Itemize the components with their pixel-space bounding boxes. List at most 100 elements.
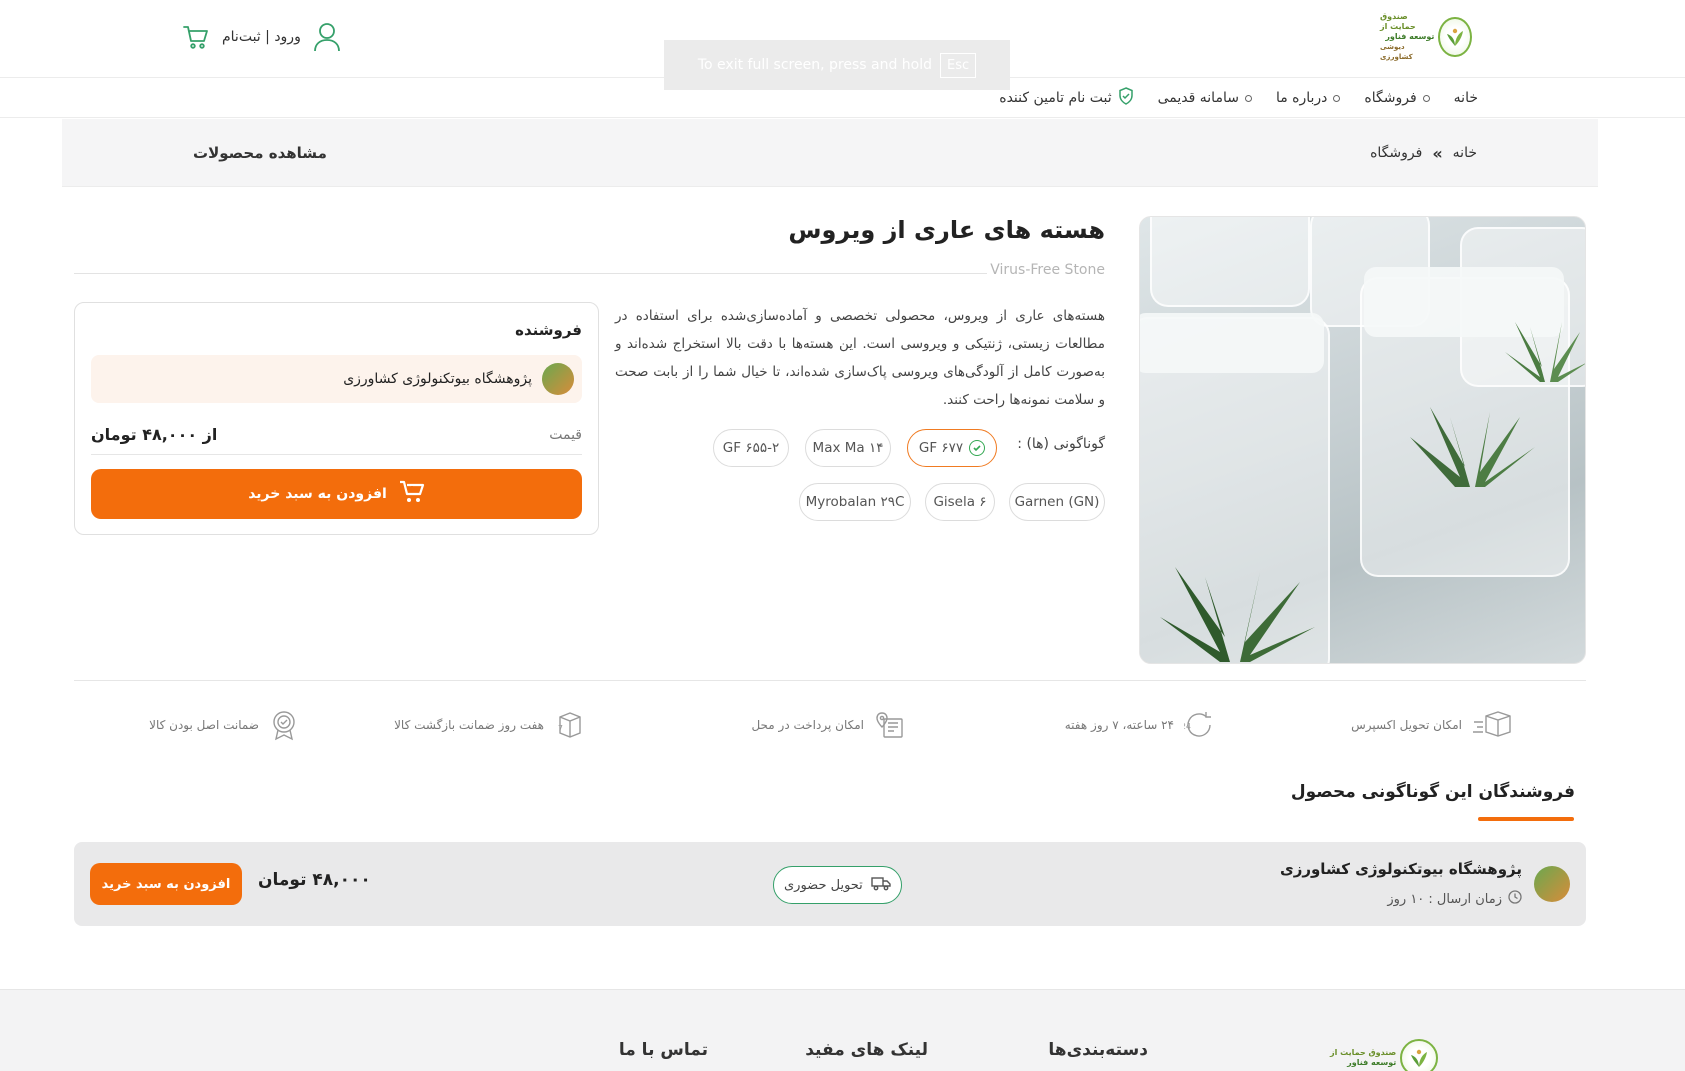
- nav-item-label: خانه: [1453, 90, 1478, 106]
- variant-option-maxma14[interactable]: Max Ma ۱۴: [805, 429, 891, 467]
- breadcrumb-band: خانه » فروشگاه مشاهده محصولات: [62, 119, 1598, 187]
- seller-chip[interactable]: پژوهشگاه بیوتکنولوژی کشاورزی: [91, 355, 582, 403]
- feature-label: ضمانت اصل بودن کالا: [149, 718, 259, 732]
- variant-option-gf677[interactable]: GF ۶۷۷: [907, 429, 997, 467]
- site-logo[interactable]: صندوق حمایت از توسعه فناور دیوشی کشاورزی: [1380, 12, 1472, 61]
- return-guarantee-icon: 7: [554, 709, 586, 741]
- variant-option-gf655-2[interactable]: GF ۶۵۵-۲: [713, 429, 789, 467]
- nav-item-home[interactable]: خانه: [1454, 90, 1478, 106]
- variant-seller-row: پژوهشگاه بیوتکنولوژی کشاورزی زمان ارسال …: [74, 842, 1586, 926]
- features-divider: [74, 680, 1586, 681]
- add-to-cart-label: افزودن به سبد خرید: [248, 486, 387, 502]
- jar-shape: [1150, 217, 1310, 307]
- jar-lid-shape: [1140, 313, 1324, 373]
- user-icon[interactable]: [313, 22, 341, 52]
- feature-support-24-7: 24 ۲۴ ساعته، ۷ روز هفته: [1065, 700, 1214, 750]
- page-title: مشاهده محصولات: [193, 144, 327, 162]
- price-row: قیمت از ۴۸,۰۰۰ تومان: [91, 415, 582, 455]
- seller-avatar: [542, 363, 574, 395]
- nav-item-about[interactable]: درباره ما: [1275, 90, 1341, 106]
- esc-key-hint: Esc: [940, 52, 977, 78]
- nav-dot-icon: [1333, 94, 1341, 102]
- breadcrumb-shop-link[interactable]: فروشگاه: [1370, 145, 1422, 161]
- nav-item-label: سامانه قدیمی: [1157, 90, 1239, 106]
- footer-categories-heading: دسته‌بندی‌ها: [1048, 1040, 1148, 1060]
- breadcrumb-home-link[interactable]: خانه: [1453, 145, 1477, 161]
- logo-line: توسعه فناور: [1347, 1058, 1397, 1067]
- product-title: هسته های عاری از ویروس: [788, 216, 1105, 244]
- toast-text: To exit full screen, press and hold: [697, 57, 932, 73]
- nav-dot-icon: [1422, 94, 1430, 102]
- logo-line: توسعه فناور: [1385, 32, 1435, 41]
- feature-express-delivery: امکان تحویل اکسپرس: [1351, 700, 1512, 750]
- logo-line: دیوشی کشاورزی: [1380, 43, 1413, 61]
- variant-label: GF ۶۵۵-۲: [722, 440, 780, 456]
- seller-avatar: [1534, 866, 1570, 902]
- nav-item-label: درباره ما: [1275, 90, 1328, 106]
- seller-box-title: فروشنده: [515, 321, 582, 339]
- logo-leaf-icon: [1438, 17, 1472, 57]
- logo-text: صندوق حمایت از توسعه فناور: [1330, 1048, 1396, 1068]
- cart-icon[interactable]: [182, 23, 210, 51]
- variant-label: Myrobalan ۲۹C: [805, 494, 905, 510]
- seller-add-to-cart-button[interactable]: افزودن به سبد خرید: [90, 863, 242, 905]
- breadcrumb: خانه » فروشگاه: [1370, 119, 1477, 187]
- logo-leaf-icon: [1400, 1039, 1439, 1071]
- truck-icon: [871, 875, 891, 895]
- plant-icon: [1505, 322, 1585, 382]
- variant-option-garnen[interactable]: Garnen (GN): [1009, 483, 1105, 521]
- shield-check-icon: [1118, 87, 1134, 109]
- nav-item-label: ثبت نام تامین کننده: [999, 90, 1112, 106]
- nav-dot-icon: [1244, 94, 1252, 102]
- variants-label: گوناگونی (ها) :: [1017, 436, 1105, 452]
- plant-icon: [1160, 567, 1315, 662]
- product-image[interactable]: [1139, 216, 1586, 664]
- feature-label: ۲۴ ساعته، ۷ روز هفته: [1064, 718, 1174, 732]
- nav-item-supplier-register[interactable]: ثبت نام تامین کننده: [999, 87, 1133, 109]
- price-label: قیمت: [549, 426, 582, 443]
- login-register-link[interactable]: ورود | ثبت‌نام: [222, 29, 301, 45]
- main-nav: خانه فروشگاه درباره ما سامانه قدیمی ثبت …: [0, 78, 1685, 118]
- feature-authenticity: ضمانت اصل بودن کالا: [149, 700, 299, 750]
- footer-links-heading: لینک های مفید: [805, 1040, 928, 1060]
- svg-text:24: 24: [1184, 722, 1191, 731]
- title-divider: [74, 273, 987, 274]
- shipping-time-label: زمان ارسال : ۱۰ روز: [1387, 891, 1502, 907]
- variant-label: Max Ma ۱۴: [812, 440, 884, 456]
- seller-name[interactable]: پژوهشگاه بیوتکنولوژی کشاورزی: [1280, 860, 1522, 878]
- plant-icon: [1410, 407, 1535, 487]
- delivery-method-badge: تحویل حضوری: [773, 866, 902, 904]
- shipping-time: زمان ارسال : ۱۰ روز: [1387, 890, 1522, 908]
- variant-label: Garnen (GN): [1014, 494, 1100, 510]
- price-value: از ۴۸,۰۰۰ تومان: [91, 425, 218, 444]
- seller-name: پژوهشگاه بیوتکنولوژی کشاورزی: [343, 371, 532, 387]
- feature-label: امکان تحویل اکسپرس: [1351, 718, 1462, 732]
- svg-text:7: 7: [558, 724, 563, 733]
- feature-label: امکان پرداخت در محل: [751, 718, 864, 732]
- product-latin-name: Virus-Free Stone: [990, 262, 1105, 278]
- section-underline: [1478, 817, 1574, 821]
- delivery-method-label: تحویل حضوری: [784, 877, 863, 893]
- add-to-cart-button[interactable]: افزودن به سبد خرید: [91, 469, 582, 519]
- cart-plus-icon: [399, 480, 425, 508]
- site-footer: صندوق حمایت از توسعه فناور دسته‌بندی‌ها …: [0, 989, 1685, 1071]
- footer-contact-heading: تماس با ما: [618, 1040, 708, 1060]
- variant-label: GF ۶۷۷: [918, 440, 964, 456]
- product-description: هسته‌های عاری از ویروس، محصولی تخصصی و آ…: [615, 308, 1105, 408]
- footer-logo[interactable]: صندوق حمایت از توسعه فناور: [1330, 1038, 1470, 1071]
- nav-item-shop[interactable]: فروشگاه: [1364, 90, 1430, 106]
- seller-price: ۴۸,۰۰۰ تومان: [258, 870, 371, 890]
- variant-option-gisela6[interactable]: Gisela ۶: [925, 483, 995, 521]
- check-circle-icon: [969, 440, 986, 456]
- clock-icon: [1508, 890, 1522, 908]
- seller-box: فروشنده پژوهشگاه بیوتکنولوژی کشاورزی قیم…: [74, 302, 599, 535]
- logo-line: صندوق حمایت از: [1330, 1048, 1397, 1057]
- variant-option-myrobalan29c[interactable]: Myrobalan ۲۹C: [799, 483, 911, 521]
- nav-item-legacy-system[interactable]: سامانه قدیمی: [1158, 90, 1252, 106]
- breadcrumb-separator-icon: »: [1432, 143, 1443, 163]
- cash-on-delivery-icon: [874, 709, 906, 741]
- authenticity-badge-icon: [269, 709, 299, 741]
- support-24-7-icon: 24: [1184, 710, 1214, 740]
- feature-cash-on-delivery: امکان پرداخت در محل: [751, 700, 906, 750]
- top-header: صندوق حمایت از توسعه فناور دیوشی کشاورزی…: [0, 0, 1685, 90]
